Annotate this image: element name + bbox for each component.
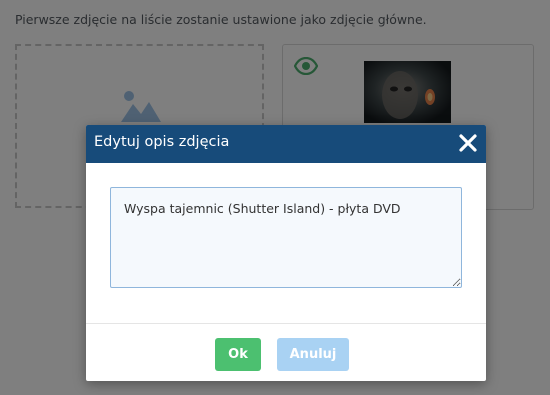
photo-description-textarea[interactable]: Wyspa tajemnic (Shutter Island) - płyta …: [110, 187, 462, 288]
dialog-divider: [86, 323, 486, 324]
dialog-header: Edytuj opis zdjęcia: [86, 125, 486, 163]
edit-description-dialog: Edytuj opis zdjęcia Wyspa tajemnic (Shut…: [86, 125, 486, 381]
dialog-title: Edytuj opis zdjęcia: [94, 134, 230, 150]
cancel-button[interactable]: Anuluj: [277, 338, 349, 371]
ok-button[interactable]: Ok: [215, 338, 261, 371]
dialog-body: Wyspa tajemnic (Shutter Island) - płyta …: [86, 163, 486, 323]
page: Pierwsze zdjęcie na liście zostanie usta…: [0, 0, 550, 395]
close-button[interactable]: [456, 131, 480, 155]
close-icon: [459, 134, 477, 152]
